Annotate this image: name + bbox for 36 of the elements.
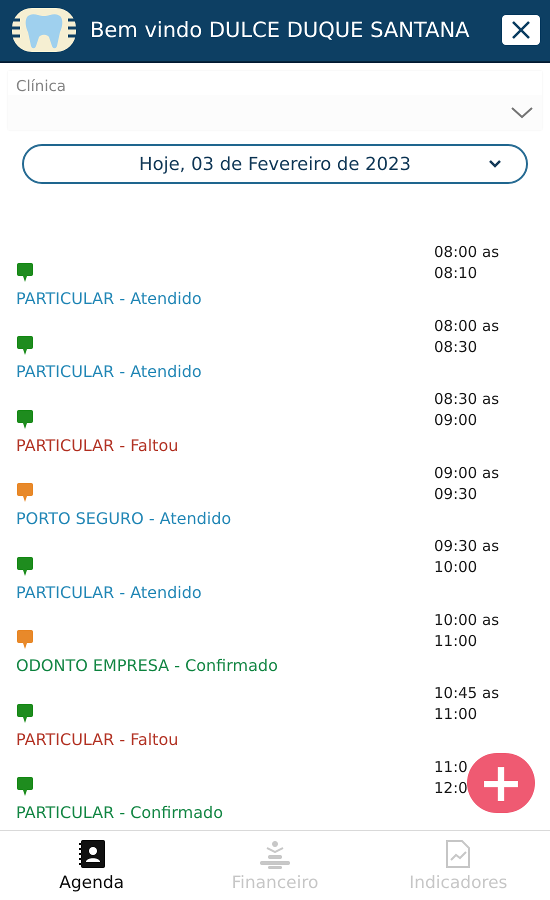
close-icon	[510, 19, 532, 42]
appointment-time: 08:10	[434, 263, 478, 284]
appointment-label[interactable]: PARTICULAR - Confirmado	[16, 803, 223, 822]
appointment-label[interactable]: PARTICULAR - Faltou	[16, 730, 178, 749]
appointment-time: 10:00 as	[434, 610, 500, 631]
appointment-time: 09:00 as	[434, 462, 500, 484]
appointment-time: 09:30 as	[434, 536, 500, 558]
appointment-time: 08:00 as	[434, 316, 500, 337]
date-picker[interactable]: Hoje, 03 de Fevereiro de 2023	[22, 144, 528, 184]
appointment-time: 09:00	[434, 410, 478, 432]
close-button[interactable]	[502, 15, 540, 46]
welcome-title: Bem vindo DULCE DUQUE SANTANA	[90, 16, 471, 44]
coins-icon	[258, 838, 292, 869]
appointment-label[interactable]: PARTICULAR - Atendido	[16, 582, 202, 602]
appointment-label[interactable]: PARTICULAR - Atendido	[16, 362, 202, 382]
appointment-label[interactable]: PORTO SEGURO - Atendido	[16, 509, 232, 528]
chart-document-icon	[445, 838, 472, 869]
appointment-time: 08:00 as	[434, 242, 500, 264]
clinic-label: Clínica	[15, 76, 67, 95]
appointment-time: 10:45 as	[434, 683, 500, 704]
appointment-label[interactable]: PARTICULAR - Atendido	[16, 288, 202, 308]
appointment-time: 11:0	[434, 756, 468, 778]
appointment-time: 11:00	[434, 630, 478, 652]
appointment-time: 10:00	[434, 557, 478, 578]
appointment-label[interactable]: PARTICULAR - Faltou	[16, 436, 178, 455]
appointment-label[interactable]: ODONTO EMPRESA - Confirmado	[16, 656, 278, 676]
contact-book-icon	[78, 838, 106, 869]
chevron-down-icon	[510, 106, 534, 120]
chevron-down-icon	[488, 159, 502, 170]
appointment-time: 11:00	[434, 704, 478, 726]
add-button[interactable]: +	[467, 753, 535, 813]
appointment-time: 08:30 as	[434, 389, 500, 410]
appointment-time: 12:0	[434, 778, 468, 799]
appointment-time: 09:30	[434, 484, 478, 505]
clinic-select[interactable]: Clínica	[8, 70, 542, 130]
appointment-time: 08:30	[434, 336, 478, 358]
